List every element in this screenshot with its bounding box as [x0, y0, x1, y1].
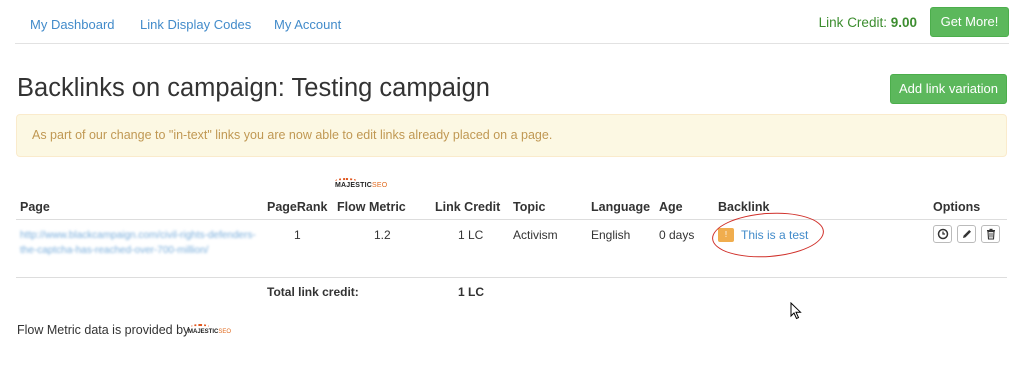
link-credit-label: Link Credit:	[818, 15, 887, 30]
history-button[interactable]	[933, 225, 952, 243]
header-pagerank: PageRank	[267, 200, 328, 214]
mouse-pointer-icon	[790, 302, 802, 320]
delete-button[interactable]	[981, 225, 1000, 243]
info-alert: As part of our change to "in-text" links…	[16, 114, 1007, 157]
majestic-logo-arc	[335, 178, 357, 184]
edit-button[interactable]	[957, 225, 976, 243]
page-url-link[interactable]: http://www.blackcampaign.com/civil-right…	[20, 228, 256, 258]
cell-age: 0 days	[659, 228, 695, 242]
cell-flow-metric: 1.2	[374, 228, 391, 242]
cell-pagerank: 1	[294, 228, 301, 242]
total-link-credit-label: Total link credit:	[267, 285, 359, 299]
header-backlink: Backlink	[718, 200, 770, 214]
header-flow-metric: Flow Metric	[337, 200, 406, 214]
nav-my-dashboard[interactable]: My Dashboard	[30, 17, 115, 32]
majestic-seo-logo: MAJESTICSEO	[335, 178, 388, 189]
footer-majestic-logo: MAJESTICSEO	[188, 324, 232, 335]
annotation-circle	[710, 209, 826, 261]
header-divider	[16, 219, 1007, 220]
row-divider	[16, 277, 1007, 278]
cell-topic: Activism	[513, 228, 558, 242]
pencil-icon	[963, 230, 971, 238]
top-nav: My Dashboard Link Display Codes My Accou…	[15, 0, 1009, 44]
footer-majestic-logo-text: MAJESTIC	[188, 329, 219, 335]
footer-majestic-logo-arc	[191, 324, 209, 329]
page-title: Backlinks on campaign: Testing campaign	[17, 74, 490, 102]
nav-link-display-codes[interactable]: Link Display Codes	[140, 17, 251, 32]
trash-icon	[987, 228, 995, 240]
header-topic: Topic	[513, 200, 546, 214]
link-credit-balance: Link Credit: 9.00	[819, 15, 917, 30]
header-language: Language	[591, 200, 651, 214]
link-credit-value: 9.00	[890, 15, 917, 30]
total-link-credit-value: 1 LC	[458, 285, 485, 299]
cell-language: English	[591, 228, 631, 242]
cell-link-credit: 1 LC	[458, 228, 484, 242]
header-age: Age	[659, 200, 683, 214]
header-link-credit: Link Credit	[435, 200, 501, 214]
flow-metric-attribution: Flow Metric data is provided by	[17, 323, 190, 337]
header-page: Page	[20, 200, 50, 214]
get-more-button[interactable]: Get More!	[930, 7, 1009, 37]
majestic-logo-suffix: SEO	[372, 182, 388, 189]
footer-majestic-logo-suffix: SEO	[218, 329, 232, 335]
clock-icon	[937, 228, 949, 240]
nav-my-account[interactable]: My Account	[274, 17, 341, 32]
header-options: Options	[933, 200, 981, 214]
add-link-variation-button[interactable]: Add link variation	[890, 74, 1007, 104]
